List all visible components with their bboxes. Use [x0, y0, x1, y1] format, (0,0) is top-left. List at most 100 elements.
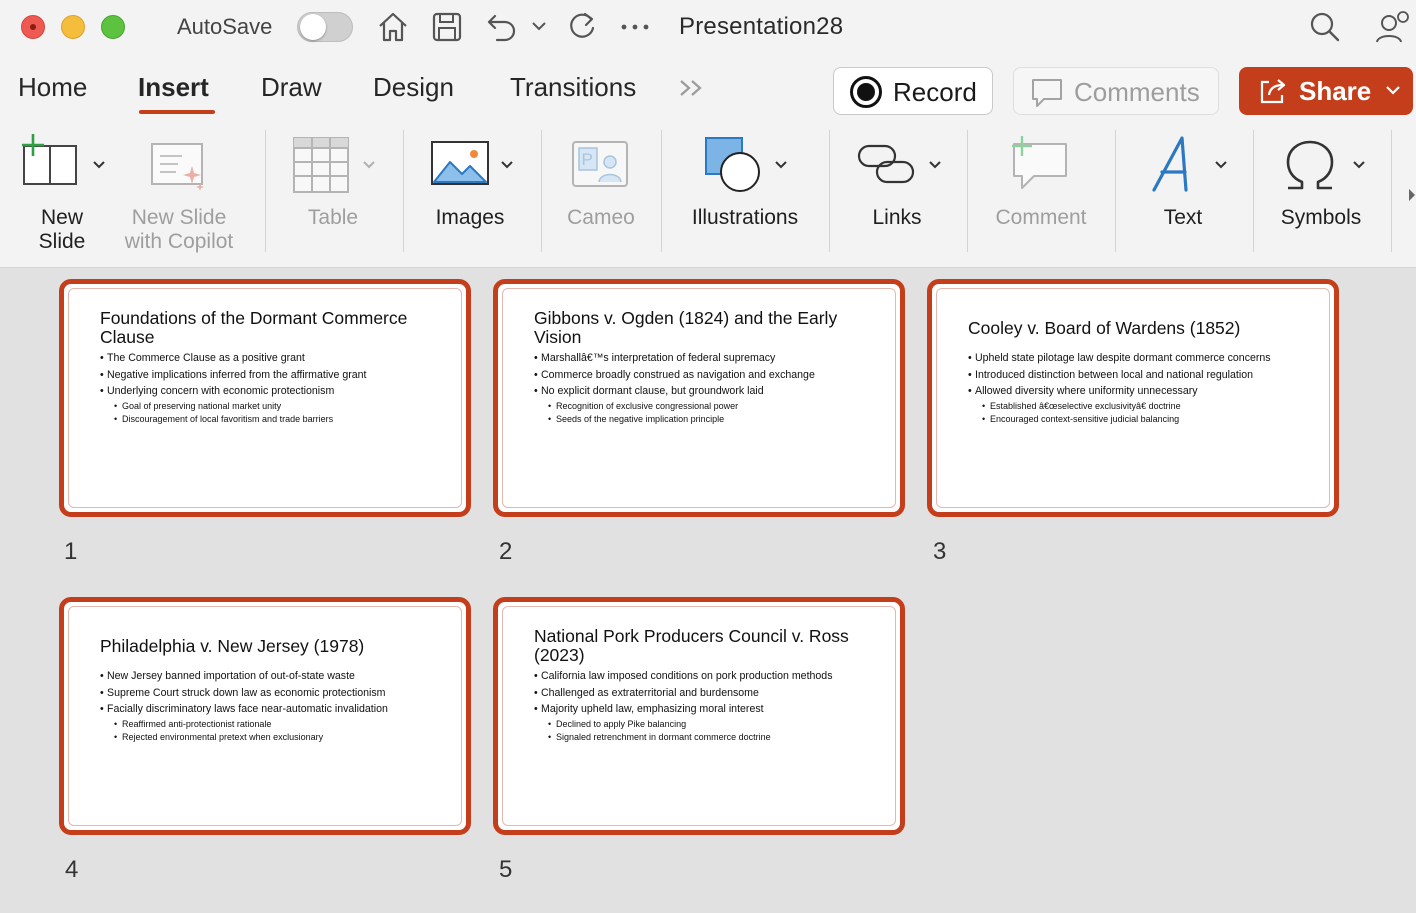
table-label: Table [307, 206, 359, 229]
sub-bullet: Discouragement of local favoritism and t… [100, 413, 460, 426]
slide-bullets: Marshallâ€™s interpretation of federal s… [534, 350, 894, 426]
cameo-icon: P [572, 141, 628, 187]
minimize-window-button[interactable] [61, 15, 85, 39]
slide-number: 1 [64, 538, 78, 565]
images-chevron-down-icon[interactable] [500, 160, 514, 170]
slide-number: 2 [499, 538, 513, 565]
zoom-window-button[interactable] [101, 15, 125, 39]
new-slide-with-copilot-button[interactable]: New Slide with Copilot [114, 124, 244, 268]
bullet: The Commerce Clause as a positive grant [100, 350, 460, 367]
images-button[interactable]: Images [418, 124, 522, 268]
illustrations-label: Illustrations [691, 206, 799, 229]
new-slide-label-line1: New [40, 206, 83, 229]
ribbon-separator [1253, 130, 1254, 252]
slide-number: 3 [933, 538, 947, 565]
new-comment-icon [1012, 136, 1067, 189]
new-slide-button[interactable]: New Slide [10, 124, 114, 268]
slide-thumbnail-5[interactable]: National Pork Producers Council v. Ross … [493, 597, 905, 835]
slide-title: National Pork Producers Council v. Ross … [534, 626, 849, 665]
slide-bullets: Upheld state pilotage law despite dorman… [968, 350, 1328, 426]
search-icon[interactable] [1308, 10, 1342, 44]
bullet: Facially discriminatory laws face near-a… [100, 701, 460, 718]
slide-bullets: The Commerce Clause as a positive grant … [100, 350, 460, 426]
images-icon [431, 141, 489, 185]
new-slide-chevron-down-icon[interactable] [92, 160, 106, 170]
copilot-label-line2: with Copilot [124, 230, 234, 253]
tab-design[interactable]: Design [373, 72, 454, 103]
share-icon [1260, 79, 1286, 104]
redo-icon[interactable] [565, 10, 599, 44]
account-icon[interactable] [1374, 10, 1412, 46]
close-window-button[interactable] [21, 15, 45, 39]
bullet: New Jersey banned importation of out-of-… [100, 668, 460, 685]
slide-number: 5 [499, 856, 513, 883]
symbols-label: Symbols [1280, 206, 1362, 229]
title-bar: AutoSave Presentation28 [0, 0, 1416, 56]
cameo-button[interactable]: P Cameo [551, 124, 651, 268]
ribbon-scroll-right-icon[interactable] [1408, 188, 1416, 202]
sub-bullet: Recognition of exclusive congressional p… [534, 400, 894, 413]
links-button[interactable]: Links [846, 124, 948, 268]
slide-title: Cooley v. Board of Wardens (1852) [968, 318, 1241, 338]
record-button[interactable]: Record [833, 67, 993, 115]
comments-icon [1032, 79, 1062, 107]
bullet: Commerce broadly construed as navigation… [534, 367, 894, 384]
slide-title: Foundations of the Dormant Commerce Clau… [100, 308, 408, 347]
table-button[interactable]: Table [282, 124, 384, 268]
ribbon-separator [1115, 130, 1116, 252]
tab-draw[interactable]: Draw [261, 72, 322, 103]
tab-home[interactable]: Home [18, 72, 87, 103]
share-button[interactable]: Share [1239, 67, 1413, 115]
comment-button[interactable]: Comment [982, 124, 1100, 268]
ribbon-separator [967, 130, 968, 252]
slide-thumbnail-1[interactable]: Foundations of the Dormant Commerce Clau… [59, 279, 471, 517]
table-chevron-down-icon[interactable] [362, 160, 376, 170]
ribbon-separator [829, 130, 830, 252]
ribbon-separator [265, 130, 266, 252]
new-slide-icon [22, 134, 77, 185]
more-commands-icon[interactable] [620, 22, 650, 32]
more-tabs-icon[interactable] [678, 78, 706, 98]
links-icon [857, 144, 915, 184]
ribbon-separator [661, 130, 662, 252]
autosave-toggle[interactable] [297, 12, 353, 42]
ribbon-separator [541, 130, 542, 252]
bullet: Upheld state pilotage law despite dorman… [968, 350, 1328, 367]
links-chevron-down-icon[interactable] [928, 160, 942, 170]
text-chevron-down-icon[interactable] [1214, 160, 1228, 170]
bullet: Supreme Court struck down law as economi… [100, 685, 460, 702]
tab-insert[interactable]: Insert [138, 72, 209, 103]
bullet: Allowed diversity where uniformity unnec… [968, 383, 1328, 400]
illustrations-chevron-down-icon[interactable] [774, 160, 788, 170]
text-button[interactable]: Text [1130, 124, 1236, 268]
insert-ribbon: New Slide New Slide with Copilot Table I… [0, 124, 1416, 268]
record-label: Record [893, 77, 977, 107]
images-label: Images [435, 206, 505, 229]
active-tab-indicator [139, 110, 215, 114]
bullet: No explicit dormant clause, but groundwo… [534, 383, 894, 400]
slide-number: 4 [65, 856, 79, 883]
illustrations-button[interactable]: Illustrations [676, 124, 814, 268]
undo-dropdown-chevron-icon[interactable] [531, 20, 547, 34]
new-slide-label-line2: Slide [38, 230, 86, 253]
svg-text:P: P [582, 150, 593, 169]
bullet: California law imposed conditions on por… [534, 668, 894, 685]
home-icon[interactable] [377, 10, 409, 44]
comments-label: Comments [1074, 77, 1200, 107]
bullet: Underlying concern with economic protect… [100, 383, 460, 400]
omega-symbol-icon [1286, 140, 1334, 190]
slide-bullets: New Jersey banned importation of out-of-… [100, 668, 460, 744]
symbols-button[interactable]: Symbols [1268, 124, 1374, 268]
comments-button[interactable]: Comments [1013, 67, 1219, 115]
undo-icon[interactable] [485, 10, 521, 44]
slide-thumbnail-4[interactable]: Philadelphia v. New Jersey (1978) New Je… [59, 597, 471, 835]
sub-bullet: Rejected environmental pretext when excl… [100, 731, 460, 744]
share-chevron-down-icon [1386, 86, 1400, 95]
record-icon [850, 76, 882, 108]
symbols-chevron-down-icon[interactable] [1352, 160, 1366, 170]
slide-thumbnail-3[interactable]: Cooley v. Board of Wardens (1852) Upheld… [927, 279, 1339, 517]
save-icon[interactable] [431, 10, 463, 44]
tab-transitions[interactable]: Transitions [510, 72, 636, 103]
slide-thumbnail-2[interactable]: Gibbons v. Ogden (1824) and the Early Vi… [493, 279, 905, 517]
sub-bullet: Reaffirmed anti-protectionist rationale [100, 718, 460, 731]
